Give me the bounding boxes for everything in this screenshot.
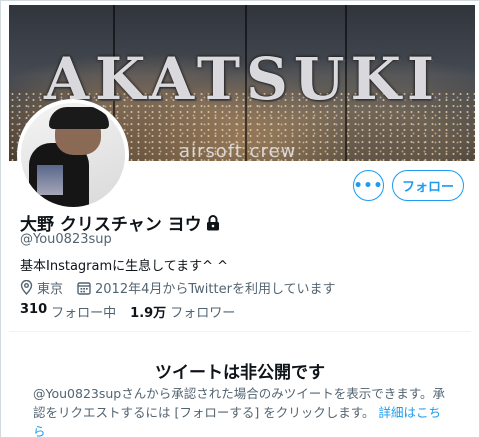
private-notice-description: @You0823supさんから承認された場合のみツイートを表示できます。承認をリ… (33, 384, 445, 437)
location-text: 東京 (37, 282, 64, 297)
followers-link[interactable]: 1.9万 フォロワー (130, 302, 235, 321)
following-count: 310 (20, 302, 48, 317)
location-item: 東京 (20, 278, 63, 297)
private-notice-title: ツイートは非公開です (155, 363, 325, 383)
following-label: フォロー中 (51, 306, 117, 321)
section-divider (9, 331, 471, 332)
follow-stats: 310 フォロー中 1.9万 フォロワー (20, 302, 249, 321)
user-handle: @You0823sup (20, 232, 112, 247)
avatar-figure-cap (49, 107, 109, 129)
lock-icon (206, 214, 220, 231)
banner-subtitle: airsoft crew (179, 141, 297, 161)
calendar-icon (77, 281, 91, 295)
followers-count: 1.9万 (130, 306, 167, 321)
more-dots-icon: ••• (353, 177, 384, 194)
profile-meta: 東京 2012年4月からTwitterを利用しています (20, 278, 350, 297)
avatar-shirt-print (37, 165, 63, 195)
bio: 基本Instagramに生息してます^ ^ (20, 259, 229, 274)
joined-text: 2012年4月からTwitterを利用しています (95, 282, 336, 297)
avatar[interactable] (17, 99, 129, 211)
profile-page: AKATSUKI airsoft crew ••• フォロー 大野 クリスチャン… (0, 0, 480, 438)
following-link[interactable]: 310 フォロー中 (20, 302, 116, 321)
location-pin-icon (20, 280, 33, 295)
joined-item: 2012年4月からTwitterを利用しています (77, 278, 336, 297)
more-options-button[interactable]: ••• (353, 170, 384, 201)
follow-button[interactable]: フォロー (392, 170, 464, 201)
followers-label: フォロワー (170, 306, 236, 321)
